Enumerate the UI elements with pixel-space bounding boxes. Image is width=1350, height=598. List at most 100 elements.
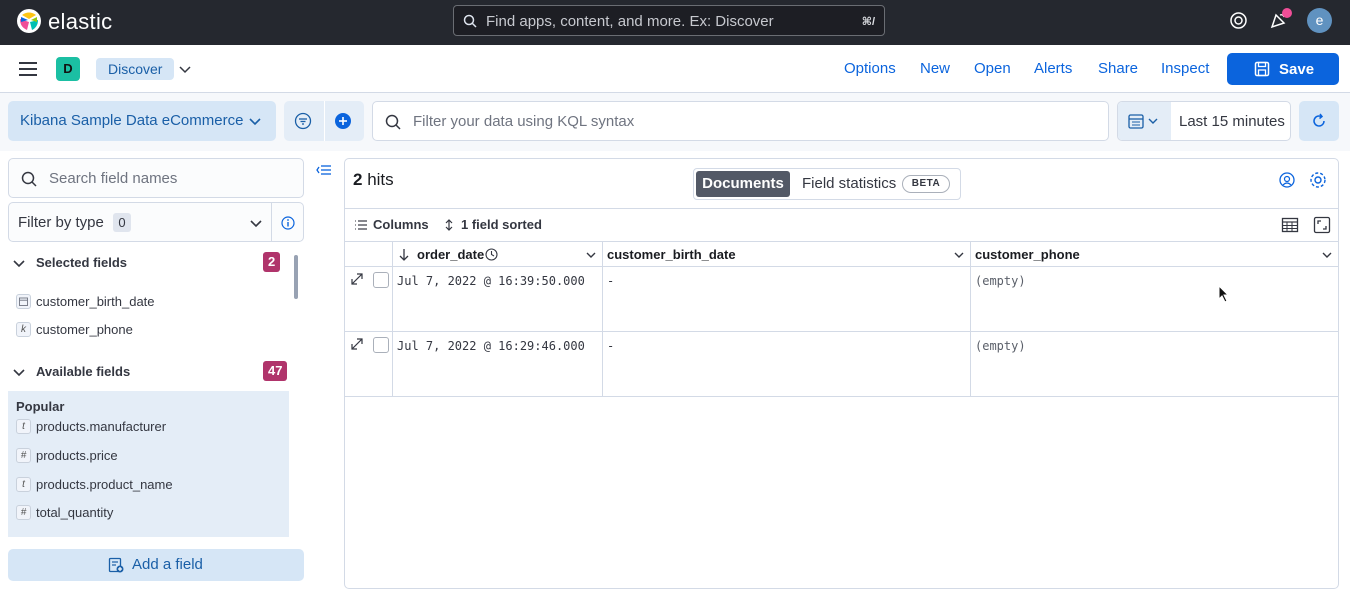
field-info-button[interactable] [272,202,304,242]
column-name: customer_birth_date [607,247,736,262]
sort-icon [445,219,453,231]
field-name: products.manufacturer [36,419,167,434]
notification-dot [1282,8,1292,18]
data-view-picker[interactable]: Kibana Sample Data eCommerce [8,101,276,141]
space-avatar[interactable]: D [56,57,80,81]
filter-count-badge: 0 [113,213,131,232]
gear-icon[interactable] [1309,171,1327,189]
refresh-icon [1313,113,1325,127]
kql-placeholder: Filter your data using KQL syntax [413,113,635,130]
cell-customer-birth-date[interactable]: - [603,267,971,331]
expand-icon[interactable] [351,273,363,285]
hits-count: 2 [353,170,363,189]
mouse-pointer-icon [1218,285,1230,303]
available-fields-title: Available fields [36,364,131,379]
sidebar-scrollbar[interactable] [294,255,298,299]
index-edit-icon [108,557,124,573]
global-search-input[interactable]: Find apps, content, and more. Ex: Discov… [453,5,885,36]
results-panel: 2 hits Documents Field statistics BETA C… [344,158,1339,589]
column-header-order-date[interactable]: order_date [393,242,603,267]
help-icon[interactable] [1229,11,1248,30]
quick-select-button[interactable] [1118,102,1171,140]
density-icon[interactable] [1281,216,1299,234]
breadcrumb-discover[interactable]: Discover [96,58,175,80]
options-link[interactable]: Options [844,60,896,77]
fullscreen-icon[interactable] [1313,216,1331,234]
popular-title: Popular [16,399,65,414]
saved-query-icon[interactable] [294,112,312,130]
user-avatar[interactable]: e [1307,8,1332,33]
number-type-icon: # [16,448,31,463]
cell-customer-phone[interactable]: (empty) [971,267,1338,331]
tab-field-statistics[interactable]: Field statistics [802,175,896,192]
search-icon [385,114,401,130]
row-checkbox[interactable] [373,337,389,353]
field-search-input[interactable]: Search field names [8,158,304,198]
ai-assistant-icon[interactable] [1278,171,1296,189]
add-field-label: Add a field [132,556,203,573]
column-header-customer-phone[interactable]: customer_phone [971,242,1338,267]
refresh-button[interactable] [1299,101,1339,141]
beta-badge: BETA [902,175,950,193]
query-bar: Kibana Sample Data eCommerce Filter your… [0,93,1350,151]
selected-count-badge: 2 [263,252,281,272]
field-search-placeholder: Search field names [49,170,178,187]
hits-label: hits [367,170,394,189]
filter-by-type-button[interactable]: Filter by type 0 [8,202,272,242]
cell-order-date[interactable]: Jul 7, 2022 @ 16:29:46.000 [393,332,603,396]
menu-toggle-icon[interactable] [19,62,37,76]
filter-by-type-label: Filter by type [18,214,104,231]
alerts-link[interactable]: Alerts [1034,60,1072,77]
grid-toolbar: Columns 1 field sorted [345,208,1338,241]
chevron-down-icon [250,220,262,228]
hits-counter: 2 hits [353,170,394,190]
chevron-down-icon [13,260,25,268]
text-type-icon: t [16,477,31,492]
share-link[interactable]: Share [1098,60,1138,77]
info-icon [281,216,295,230]
tab-documents[interactable]: Documents [696,171,790,197]
save-label: Save [1279,61,1315,78]
sorted-label: 1 field sorted [461,217,542,232]
kql-search-input[interactable]: Filter your data using KQL syntax [372,101,1109,141]
row-controls [345,267,393,331]
inspect-link[interactable]: Inspect [1161,60,1209,77]
column-name: order_date [417,247,485,262]
cell-value: - [607,339,615,353]
open-link[interactable]: Open [974,60,1011,77]
time-picker[interactable]: Last 15 minutes [1117,101,1291,141]
column-header-customer-birth-date[interactable]: customer_birth_date [603,242,971,267]
field-name: products.price [36,448,118,463]
chevron-down-icon[interactable] [1321,250,1333,260]
collapse-sidebar-icon[interactable] [316,163,332,177]
cell-order-date[interactable]: Jul 7, 2022 @ 16:39:50.000 [393,267,603,331]
cell-value: Jul 7, 2022 @ 16:29:46.000 [397,339,585,353]
global-search-placeholder: Find apps, content, and more. Ex: Discov… [486,13,774,30]
add-filter-icon[interactable] [334,112,352,130]
brand-name[interactable]: elastic [48,9,112,35]
field-name: products.product_name [36,477,173,492]
row-checkbox[interactable] [373,272,389,288]
columns-label: Columns [373,217,429,232]
cell-customer-phone[interactable]: (empty) [971,332,1338,396]
search-icon [21,171,37,187]
chevron-down-icon[interactable] [585,250,597,260]
new-link[interactable]: New [920,60,950,77]
keyword-type-icon: k [16,322,31,337]
save-button[interactable]: Save [1227,53,1339,85]
add-field-button[interactable]: Add a field [8,549,304,581]
chevron-down-icon [13,369,25,377]
data-view-label: Kibana Sample Data eCommerce [20,112,244,129]
search-icon [463,14,477,28]
control-column-header [345,242,393,267]
date-type-icon [16,294,31,309]
app-header: D Discover Options New Open Alerts Share… [0,45,1350,93]
elastic-logo-icon[interactable] [16,8,42,34]
expand-icon[interactable] [351,338,363,350]
chevron-down-icon[interactable] [178,62,192,76]
global-header: elastic Find apps, content, and more. Ex… [0,0,1350,45]
chevron-down-icon[interactable] [953,250,965,260]
cell-customer-birth-date[interactable]: - [603,332,971,396]
search-shortcut: ⌘/ [861,16,875,28]
field-name: customer_phone [36,322,133,337]
